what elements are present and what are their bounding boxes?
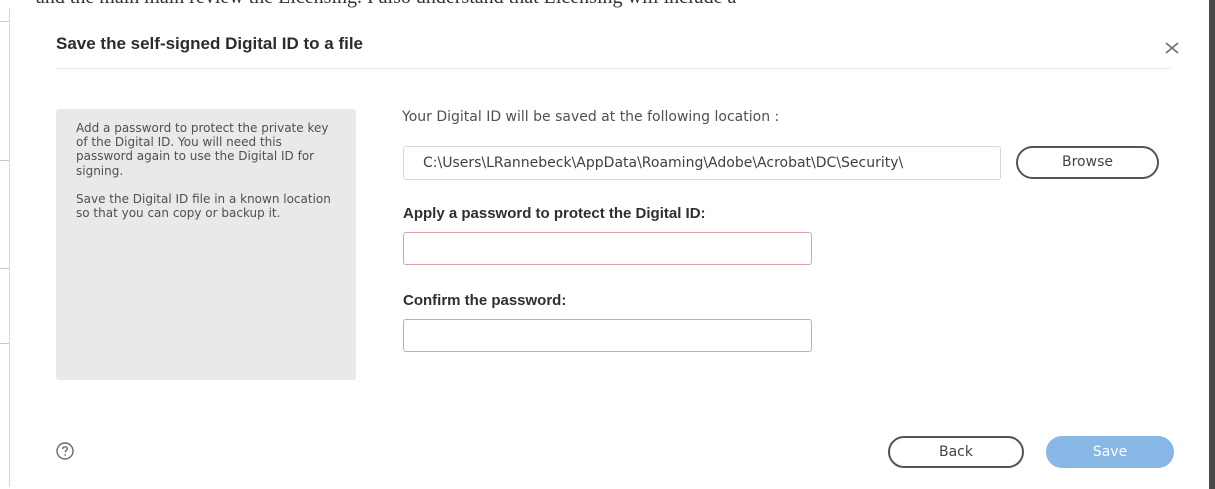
background-right-edge <box>1209 0 1215 489</box>
save-digital-id-dialog: Save the self-signed Digital ID to a fil… <box>9 8 1209 487</box>
background-document-text: and the main main review the Licensing. … <box>36 0 736 8</box>
password-input[interactable] <box>403 232 812 265</box>
title-divider <box>56 68 1170 69</box>
back-button[interactable]: Back <box>888 436 1024 468</box>
confirm-password-label: Confirm the password: <box>403 292 567 309</box>
background-left-edge <box>0 0 9 489</box>
help-icon[interactable] <box>56 442 74 460</box>
password-label: Apply a password to protect the Digital … <box>403 205 706 222</box>
background-document: and the main main review the Licensing. … <box>0 0 1215 8</box>
info-location-text: Save the Digital ID file in a known loca… <box>76 191 331 221</box>
save-button[interactable]: Save <box>1046 436 1174 468</box>
location-path-field[interactable]: C:\Users\LRannebeck\AppData\Roaming\Adob… <box>403 146 1001 180</box>
info-panel: Add a password to protect the private ke… <box>56 109 356 380</box>
confirm-password-input[interactable] <box>403 319 812 352</box>
browse-button[interactable]: Browse <box>1016 146 1159 179</box>
info-password-text: Add a password to protect the private ke… <box>76 121 329 178</box>
dialog-title: Save the self-signed Digital ID to a fil… <box>56 34 364 53</box>
location-label: Your Digital ID will be saved at the fol… <box>402 109 780 125</box>
close-icon[interactable] <box>1164 38 1182 56</box>
